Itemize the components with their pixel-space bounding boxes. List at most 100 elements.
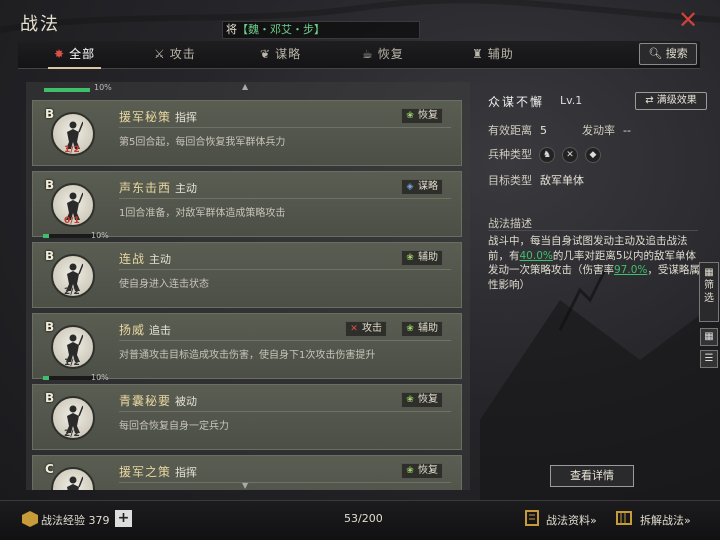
tactic-card[interactable]: B 1/2 援军秘策 指挥 第5回合起，每回合恢复我军群体兵力 ❀ 恢复 — [32, 100, 462, 166]
filter-label: 筛选 — [704, 280, 714, 304]
tactic-count: 53/200 — [344, 512, 383, 525]
search-button[interactable]: 🔍︎ 搜索 — [639, 43, 697, 65]
infantry-icon: ◆ — [585, 147, 601, 163]
tactic-grade: B — [45, 320, 55, 334]
scheme-icon: ❦ — [260, 47, 272, 61]
top-progress-text: 10% — [94, 83, 112, 92]
all-icon: ✸ — [54, 47, 66, 61]
category-tabs: ✸ 全部 ⚔ 攻击 ❦ 谋略 ☕ 恢复 ♜ 辅助 🔍︎ 搜索 — [18, 41, 700, 69]
tactic-card[interactable]: B 1/2 扬威 追击 对普通攻击目标造成攻击伤害，使自身下1次攻击伤害提升 ✕ 攻击 ❀ 辅助… — [32, 313, 462, 382]
tactic-stack: 2/2 — [64, 287, 80, 297]
divider — [119, 198, 451, 199]
tactic-name-text: 声东击西 — [119, 181, 172, 195]
teapot-icon: ❀ — [406, 395, 414, 405]
tactic-grade: B — [45, 107, 55, 121]
desc-highlight: 40.0% — [519, 249, 553, 262]
tactic-exp: 战法经验 379 — [41, 512, 110, 528]
page-title: 战法 — [20, 14, 60, 35]
teapot-icon: ❀ — [406, 111, 414, 121]
bag-icon: ♜ — [472, 47, 484, 61]
tactic-info-link[interactable]: 战法资料» — [546, 512, 597, 528]
tactic-card[interactable]: B 0/1 声东击西 主动 1回合准备，对敌军群体造成策略攻击 ◈ 谋略 10% — [32, 171, 462, 240]
filter-button[interactable]: ▦ 筛选 — [699, 262, 719, 322]
tactic-kind: 被动 — [175, 395, 198, 408]
rate-row: 发动率 -- — [582, 122, 631, 138]
view-detail-button[interactable]: 查看详情 — [550, 465, 634, 487]
tactic-kind: 指挥 — [175, 466, 198, 479]
scroll-up-icon[interactable]: ▲ — [242, 82, 248, 91]
badge-label: 恢复 — [418, 110, 438, 121]
grid-view-icon[interactable]: ▦ — [700, 328, 718, 346]
range-value: 5 — [540, 124, 547, 137]
tactic-list[interactable]: ▲ 10% B 1/2 援军秘策 指挥 第5回合起，每回合恢复我军群体兵力 ❀ 恢复 B 0/1… — [26, 82, 470, 490]
tactic-stack: 2/2 — [64, 429, 80, 439]
badge-label: 恢复 — [418, 465, 438, 476]
badge-label: 谋略 — [418, 181, 438, 192]
desc-highlight: 97.0% — [614, 264, 648, 276]
tactic-name-text: 援军之策 — [119, 465, 172, 479]
type-badge: ❀ 恢复 — [401, 392, 443, 408]
tab-label: 攻击 — [169, 47, 196, 61]
tactic-name-text: 扬威 — [119, 323, 146, 337]
divider — [119, 482, 451, 483]
divider — [488, 230, 698, 231]
tab-strategy[interactable]: ❦ 谋略 — [260, 41, 301, 68]
max-effect-button[interactable]: ⇄ 满级效果 — [635, 92, 707, 110]
teapot-icon: ☕ — [362, 47, 374, 61]
tactic-card[interactable]: B 2/2 青囊秘要 被动 每回合恢复自身一定兵力 ❀ 恢复 — [32, 384, 462, 450]
tactic-desc: 对普通攻击目标造成攻击伤害，使自身下1次攻击伤害提升 — [119, 350, 376, 361]
tactic-name: 扬威 追击 — [119, 321, 171, 338]
add-exp-button[interactable]: + — [115, 510, 132, 527]
tactic-name: 援军之策 指挥 — [119, 463, 197, 480]
description-section-title: 战法描述 — [488, 217, 532, 230]
detail-level: Lv.1 — [560, 94, 583, 107]
tactic-grade: B — [45, 178, 55, 192]
exp-label: 战法经验 — [41, 514, 85, 527]
tab-attack[interactable]: ⚔ 攻击 — [154, 41, 196, 68]
scroll-down-icon[interactable]: ▼ — [242, 481, 248, 490]
search-icon: 🔍︎ — [648, 47, 663, 60]
exp-value: 379 — [88, 514, 110, 527]
divider — [119, 127, 451, 128]
tactic-name-text: 青囊秘要 — [119, 394, 172, 408]
type-badge: ❀ 辅助 — [401, 321, 443, 337]
warrior-icon — [67, 476, 83, 490]
divider — [119, 340, 451, 341]
type-badge: ❀ 恢复 — [401, 463, 443, 479]
tab-recovery[interactable]: ☕ 恢复 — [362, 41, 404, 68]
dismantle-tactic-link[interactable]: 拆解战法» — [640, 512, 691, 528]
swap-icon: ⇄ — [645, 95, 654, 106]
exp-icon — [22, 511, 38, 527]
tactic-description: 战斗中，每当自身试图发动主动及追击战法前，有40.0%的几率对距离5以内的敌军单… — [488, 234, 702, 292]
tab-label: 辅助 — [487, 47, 514, 61]
max-effect-label: 满级效果 — [656, 95, 697, 106]
type-badge: ❀ 辅助 — [401, 250, 443, 266]
list-view-icon[interactable]: ☰ — [700, 350, 718, 368]
tactic-name: 连战 主动 — [119, 250, 171, 267]
target-label: 目标类型 — [488, 174, 532, 187]
rate-label: 发动率 — [582, 124, 615, 137]
general-selector[interactable]: 将【魏・邓艾・步】 — [222, 21, 420, 39]
badge-label: 辅助 — [418, 323, 438, 334]
search-label: 搜索 — [665, 47, 688, 60]
teapot-icon: ❀ — [406, 466, 414, 476]
tactic-kind: 指挥 — [175, 111, 198, 124]
tab-support[interactable]: ♜ 辅助 — [472, 41, 514, 68]
tactic-desc: 第5回合起，每回合恢复我军群体兵力 — [119, 137, 286, 148]
tab-all[interactable]: ✸ 全部 — [47, 41, 102, 69]
detail-tactic-name: 众谋不懈 — [488, 95, 545, 109]
tactic-grade: C — [45, 462, 54, 476]
swords-icon: ⚔ — [154, 47, 166, 61]
tactic-desc: 每回合恢复自身一定兵力 — [119, 421, 229, 432]
tab-label: 恢复 — [377, 47, 404, 61]
tactic-card[interactable]: B 2/2 连战 主动 使自身进入连击状态 ❀ 辅助 — [32, 242, 462, 308]
scroll-book-icon — [525, 510, 539, 526]
bag-icon: ❀ — [406, 253, 414, 263]
divider — [119, 269, 451, 270]
close-icon[interactable]: ✕ — [676, 8, 700, 33]
troop-row: 兵种类型 ♞ ✕ ◆ — [488, 146, 601, 163]
tactic-kind: 主动 — [175, 182, 198, 195]
rate-value: -- — [623, 124, 631, 137]
dismantle-icon — [616, 511, 632, 525]
tactic-name-text: 援军秘策 — [119, 110, 172, 124]
